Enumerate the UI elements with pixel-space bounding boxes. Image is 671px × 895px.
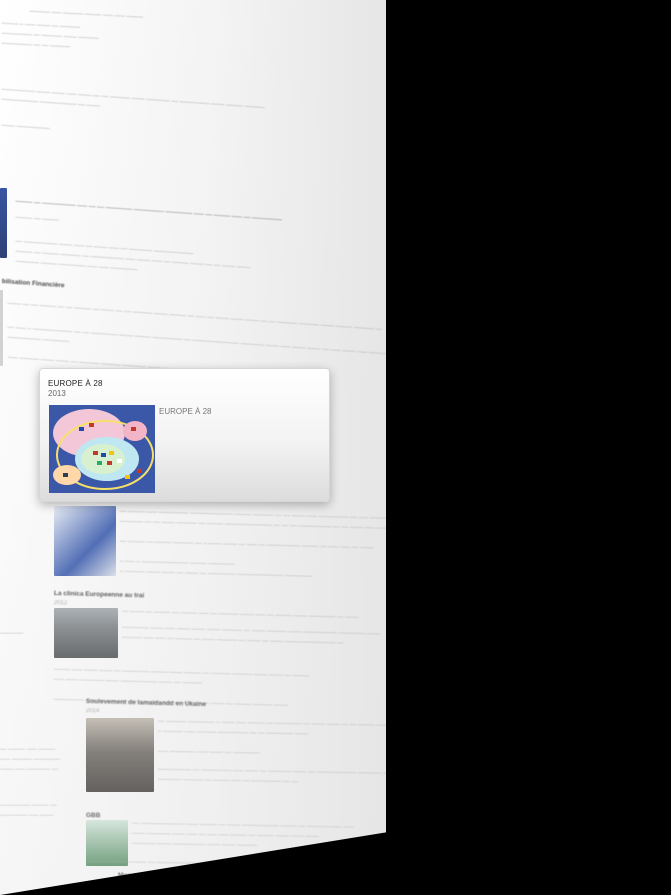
europe-map-image [54, 506, 116, 576]
body-text-line: _ ______ ___ ______ _________ __ __ ____… [157, 726, 309, 735]
body-text-line: ___ ______ ________ [0, 754, 61, 760]
body-text-line: __________ ________ [7, 332, 70, 343]
body-text-line: __ ____ __ _____ __ _____ ___ __ ______ … [121, 606, 359, 619]
section-heading: La clinica Europeenne au trai [53, 590, 145, 600]
body-text-line: _______ ______ __ _____ ___ __ _________… [157, 774, 299, 783]
section-heading: bilisation Financière [1, 278, 65, 290]
card-year: 2013 [48, 389, 66, 398]
thumbnail-image [0, 188, 7, 258]
section-year: 2015 [117, 882, 132, 889]
card-title: EUROPE À 28 [48, 379, 103, 388]
body-text-line: ______ ___ ______ _____ ___ ___ _____ [29, 6, 144, 18]
body-text-line: _____ __ _____ [15, 212, 60, 222]
timeline-card-europe-28[interactable]: EUROPE À 28 2013 EUROPE À 28 [39, 368, 330, 502]
body-text-line: _______ ____ __________ ____ ____ ______ [131, 838, 258, 847]
thumbnail-image [86, 718, 154, 792]
divider [0, 290, 3, 366]
avatar [140, 880, 160, 895]
black-background [386, 0, 671, 895]
section-heading: Soulevement de lamaidandd en Ukaine [85, 698, 207, 709]
body-text-line: _ ______ ____ ____ __ ____ __ ________ _… [119, 566, 312, 578]
body-text-line: _________ _____ __ [0, 800, 57, 806]
content-page: ______ ___ ______ _____ ___ ___ _____ __… [0, 0, 386, 895]
section-year: 2014 [85, 708, 100, 715]
section-year: 2012 [53, 600, 68, 607]
body-text-line: ____ ___ _______ __ [0, 764, 59, 770]
body-text-line: _______ [0, 628, 24, 634]
body-text-line: ___ ____ _______ ____ ___________ ____ _… [53, 674, 203, 684]
body-text-line: _ ___ _ ______________ _____ ________ [119, 556, 236, 566]
card-caption: EUROPE À 28 [159, 407, 212, 416]
body-text-line: __ _____ __ _____ ______ __ _ ____ ____ … [119, 536, 374, 549]
body-text-line: _________ __ __ ______ [1, 38, 71, 48]
body-text-line: ___ ________ ___ ____ __ ________ [157, 746, 260, 754]
body-text-line: __ _____ ___ _____ [0, 744, 56, 750]
thumbnail-image [54, 608, 118, 658]
body-text-line: ____ _______ ____ ___ __ ___ ___ _____ _… [131, 828, 319, 838]
eu-diagram-image[interactable] [49, 405, 155, 493]
section-heading: Mesures Radicales de Mario Draghi [117, 872, 228, 881]
body-text-line: ________ ___ ____ [0, 810, 54, 816]
body-text-line: ____ __________ [1, 120, 51, 130]
